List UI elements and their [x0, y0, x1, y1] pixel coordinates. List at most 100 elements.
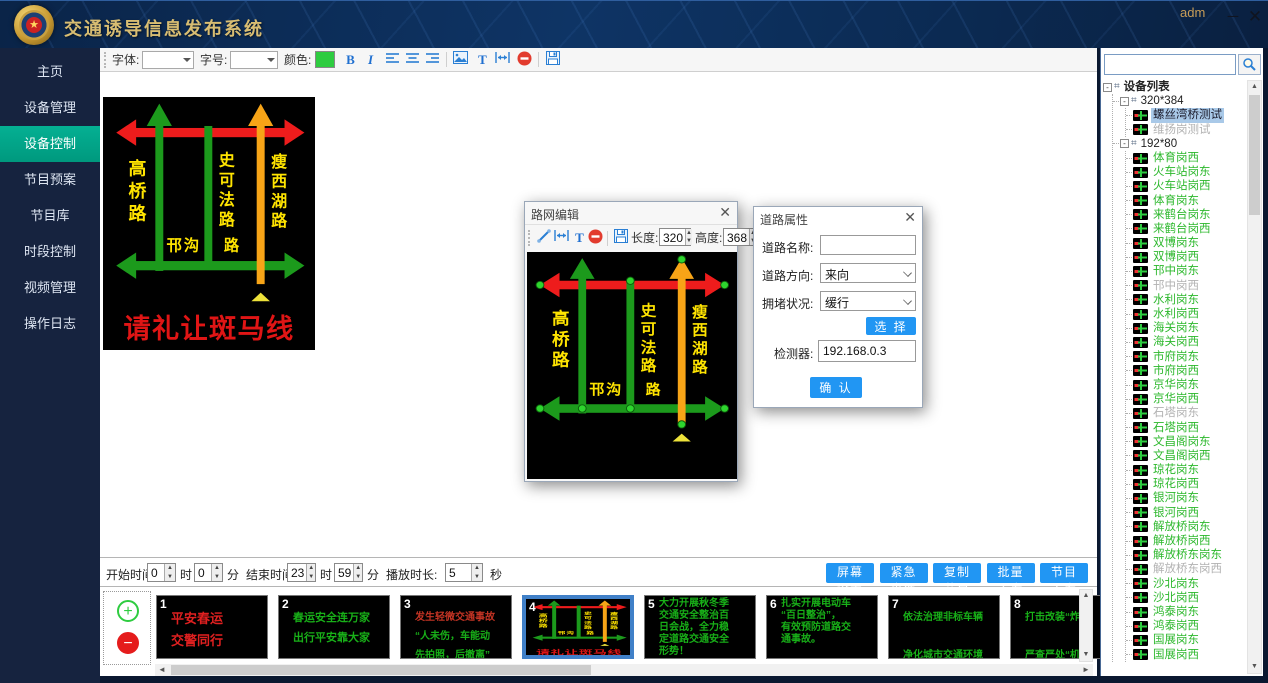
tree-device-item[interactable]: 双博岗东	[1126, 236, 1247, 250]
device-search-button[interactable]	[1238, 54, 1261, 75]
italic-icon[interactable]: I	[362, 51, 379, 68]
tree-device-item[interactable]: 来鹤台岗东	[1126, 208, 1247, 222]
thumbnail-3[interactable]: 3发生轻微交通事故“人未伤，车能动先拍照，后撤离”	[400, 595, 512, 659]
tree-device-item[interactable]: 海关岗西	[1126, 335, 1247, 349]
delete-icon[interactable]	[516, 51, 533, 68]
tree-expander-icon[interactable]: -	[1120, 97, 1129, 106]
editor-close-icon[interactable]: ✕	[719, 204, 731, 221]
tree-device-item[interactable]: 石塔岗东	[1126, 406, 1247, 420]
length-spinner[interactable]: 320▲▼	[659, 228, 691, 246]
tree-expander-icon[interactable]: -	[1120, 139, 1129, 148]
align-right-icon[interactable]	[424, 51, 441, 68]
emergency-event-button[interactable]: 紧急事件	[880, 563, 928, 583]
thumbnail-vertical-scrollbar[interactable]: ▲ ▼	[1079, 589, 1093, 662]
height-spinner[interactable]: 368▲▼	[723, 228, 756, 246]
start-minute-spinner[interactable]: 0▲▼	[194, 563, 223, 582]
sidebar-item-home[interactable]: 主页	[0, 54, 100, 90]
tree-device-item[interactable]: 京华岗西	[1126, 392, 1247, 406]
tree-device-item[interactable]: 邗中岗东	[1126, 264, 1247, 278]
duration-spinner[interactable]: 5▲▼	[445, 563, 483, 582]
editor-save-icon[interactable]	[612, 229, 629, 246]
tree-device-item[interactable]: 京华岗东	[1126, 378, 1247, 392]
tree-device-item[interactable]: 解放桥东岗西	[1126, 562, 1247, 576]
tree-device-item[interactable]: 文昌阁岗西	[1126, 449, 1247, 463]
tree-device-item[interactable]: 火车站岗东	[1126, 165, 1247, 179]
thumbnail-5[interactable]: 5大力开展秋冬季交通安全整治百日会战，全力稳定道路交通安全形势！	[644, 595, 756, 659]
tree-device-item[interactable]: 水利岗东	[1126, 293, 1247, 307]
editor-fit-width-icon[interactable]	[553, 229, 570, 246]
tree-device-item[interactable]: 水利岗西	[1126, 307, 1247, 321]
thumbnail-1[interactable]: 1平安春运交警同行	[156, 595, 268, 659]
tree-device-item[interactable]: 体育岗东	[1126, 194, 1247, 208]
tree-device-item[interactable]: 鸿泰岗东	[1126, 605, 1247, 619]
tree-device-item[interactable]: 琼花岗东	[1126, 463, 1247, 477]
tree-device-item[interactable]: 沙北岗西	[1126, 591, 1247, 605]
sidebar-item-device-control[interactable]: 设备控制	[0, 126, 100, 162]
editor-delete-icon[interactable]	[587, 229, 604, 246]
tree-device-item[interactable]: 海关岗东	[1126, 321, 1247, 335]
tree-device-item[interactable]: 体育岗西	[1126, 151, 1247, 165]
font-select[interactable]	[142, 51, 194, 69]
end-minute-spinner[interactable]: 59▲▼	[334, 563, 363, 582]
size-select[interactable]	[230, 51, 278, 69]
congestion-select[interactable]: 缓行	[820, 291, 916, 311]
tree-device-item[interactable]: 螺丝湾桥测试	[1126, 108, 1247, 122]
program-deploy-button[interactable]: 节目下发	[1040, 563, 1088, 583]
color-swatch[interactable]	[315, 51, 335, 68]
align-center-icon[interactable]	[404, 51, 421, 68]
start-hour-spinner[interactable]: 0▲▼	[147, 563, 176, 582]
tree-device-item[interactable]: 国展岗西	[1126, 648, 1247, 662]
tree-device-item[interactable]: 火车站岗西	[1126, 179, 1247, 193]
tree-device-item[interactable]: 石塔岗西	[1126, 421, 1247, 435]
close-button[interactable]: ✕	[1244, 9, 1266, 27]
text-tool-icon[interactable]: T	[474, 51, 491, 68]
tree-device-item[interactable]: 鸿泰岗西	[1126, 619, 1247, 633]
tree-device-item[interactable]: 维扬岗测试	[1126, 123, 1247, 137]
road-network-canvas[interactable]: 高桥路史可法路瘦西湖路邗沟路	[527, 252, 737, 479]
editor-text-tool-icon[interactable]: T	[571, 229, 588, 246]
props-close-icon[interactable]: ✕	[904, 209, 916, 226]
tree-device-item[interactable]: 邗中岗西	[1126, 279, 1247, 293]
tree-device-item[interactable]: 银河岗西	[1126, 506, 1247, 520]
road-direction-select[interactable]: 来向	[820, 263, 916, 283]
tree-group-192x80[interactable]: -⌗192*80	[1113, 137, 1247, 151]
remove-program-button[interactable]: −	[117, 632, 139, 654]
save-icon[interactable]	[544, 51, 561, 68]
copy-program-button[interactable]: 复制节目	[933, 563, 981, 583]
sidebar-item-program-plan[interactable]: 节目预案	[0, 162, 100, 198]
draw-line-icon[interactable]	[535, 229, 552, 246]
fit-width-icon[interactable]	[494, 51, 511, 68]
sidebar-item-program-library[interactable]: 节目库	[0, 198, 100, 234]
tree-device-item[interactable]: 解放桥岗西	[1126, 534, 1247, 548]
thumbnail-4[interactable]: 4高桥路史可法路瘦西湖路邗沟路请礼让斑马线	[522, 595, 634, 659]
sidebar-item-time-control[interactable]: 时段控制	[0, 234, 100, 270]
screen-settings-button[interactable]: 屏幕设置	[826, 563, 874, 583]
tree-device-item[interactable]: 来鹤台岗西	[1126, 222, 1247, 236]
tree-group-320x384[interactable]: -⌗320*384	[1113, 94, 1247, 108]
tree-device-item[interactable]: 文昌阁岗东	[1126, 435, 1247, 449]
tree-expander-icon[interactable]: -	[1103, 83, 1112, 92]
thumbnail-6[interactable]: 6扎实开展电动车“百日整治”，有效预防道路交通事故。	[766, 595, 878, 659]
tree-device-item[interactable]: 市府岗东	[1126, 350, 1247, 364]
tree-device-item[interactable]: 琼花岗西	[1126, 477, 1247, 491]
select-detector-button[interactable]: 选 择	[866, 317, 916, 335]
thumbnail-horizontal-scrollbar[interactable]: ◄ ►	[155, 664, 1093, 676]
sidebar-item-video-management[interactable]: 视频管理	[0, 270, 100, 306]
tree-device-item[interactable]: 银河岗东	[1126, 491, 1247, 505]
sidebar-item-operation-log[interactable]: 操作日志	[0, 306, 100, 342]
align-left-icon[interactable]	[384, 51, 401, 68]
minimize-button[interactable]: ─	[1222, 9, 1244, 27]
traffic-sign-canvas[interactable]: 高桥路史可法路瘦西湖路邗沟路请礼让斑马线	[103, 97, 315, 350]
sidebar-item-device-management[interactable]: 设备管理	[0, 90, 100, 126]
tree-root-device-list[interactable]: -⌗设备列表	[1103, 80, 1247, 94]
add-program-button[interactable]: +	[117, 600, 139, 622]
tree-device-item[interactable]: 国展岗东	[1126, 633, 1247, 647]
tree-device-item[interactable]: 沙北岗东	[1126, 577, 1247, 591]
insert-image-icon[interactable]	[452, 51, 469, 68]
road-network-sign[interactable]: 高桥路史可法路瘦西湖路邗沟路	[527, 252, 735, 477]
road-name-input[interactable]	[820, 235, 916, 255]
tree-device-item[interactable]: 解放桥岗东	[1126, 520, 1247, 534]
tree-device-item[interactable]: 解放桥东岗东	[1126, 548, 1247, 562]
device-tree-scrollbar[interactable]: ▲ ▼	[1247, 80, 1262, 674]
thumbnail-7[interactable]: 7依法治理非标车辆 净化城市交通环境	[888, 595, 1000, 659]
